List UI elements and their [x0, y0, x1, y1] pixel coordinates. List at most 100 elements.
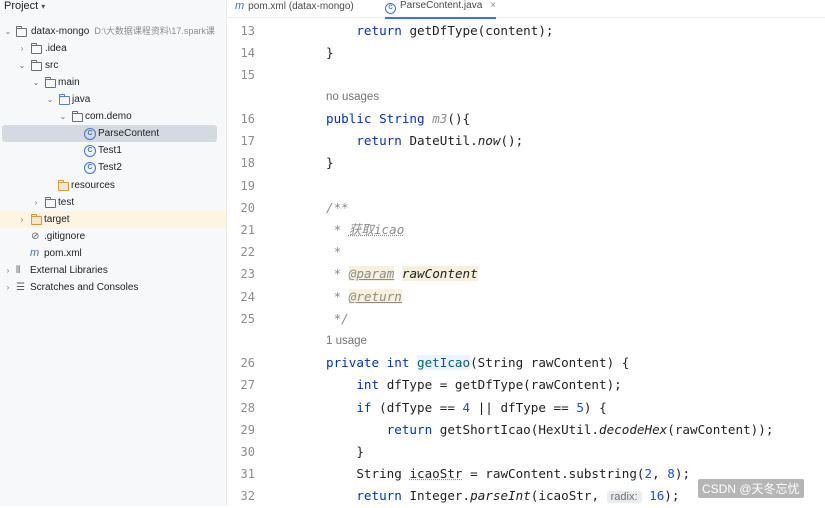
number-literal: 16: [649, 488, 665, 503]
scratches-icon: ☰: [16, 282, 25, 293]
tab-parsecontent-java[interactable]: C ParseContent.java ×: [385, 0, 497, 19]
tree-item-project-root[interactable]: ⌄ datax-mongo D:\大数据课程资料\17.spark课: [0, 23, 226, 40]
project-panel-title: Project: [4, 0, 39, 12]
number-literal: 2: [644, 466, 653, 481]
number-literal: 5: [576, 400, 584, 415]
keyword: public: [326, 111, 372, 126]
line-number: 26: [240, 356, 255, 370]
chevron-down-icon[interactable]: ⌄: [58, 108, 68, 125]
code-line: public String m3(){: [326, 108, 470, 130]
code-text: ,: [652, 466, 660, 481]
tree-item-resources[interactable]: resources: [0, 177, 226, 194]
line-number: 23: [240, 267, 255, 281]
chevron-down-icon[interactable]: ⌄: [31, 74, 41, 91]
comment-star: *: [333, 289, 342, 304]
folder-icon: [16, 26, 27, 37]
tree-item-test1[interactable]: C Test1: [0, 142, 226, 159]
tree-item-main[interactable]: ⌄ main: [0, 74, 226, 91]
code-line: return getDfType(content);: [326, 20, 553, 42]
usages-hint[interactable]: 1 usage: [326, 330, 367, 352]
code-line: return getShortIcao(HexUtil.decodeHex(ra…: [326, 419, 774, 441]
doc-comment-line: */: [326, 308, 349, 330]
tree-label: pom.xml: [44, 248, 82, 259]
chevron-down-icon[interactable]: ⌄: [17, 57, 27, 74]
tree-item-test[interactable]: › test: [0, 194, 226, 211]
code-text: (icaoStr,: [530, 488, 600, 503]
javadoc-tag: @param: [348, 266, 395, 281]
excluded-folder-icon: [31, 214, 42, 225]
line-number: 31: [240, 467, 255, 481]
code-line: return DateUtil.now();: [326, 130, 523, 152]
maven-icon: m: [235, 0, 245, 12]
chevron-down-icon[interactable]: ▾: [41, 2, 45, 11]
project-name: datax-mongo: [31, 26, 90, 37]
watermark: CSDN @天冬忘忧: [698, 479, 804, 498]
tree-label: .idea: [45, 43, 67, 54]
tree-item-java[interactable]: ⌄ java: [0, 91, 226, 108]
tab-pom-xml[interactable]: m pom.xml (datax-mongo): [235, 0, 354, 17]
tree-item-scratches[interactable]: › ☰ Scratches and Consoles: [0, 279, 226, 296]
chevron-right-icon[interactable]: ›: [3, 279, 13, 296]
usages-hint[interactable]: no usages: [326, 86, 379, 108]
chevron-right-icon[interactable]: ›: [17, 40, 27, 57]
code-line: }: [326, 45, 334, 60]
keyword: return: [386, 422, 433, 437]
method-name: m3: [432, 111, 448, 126]
tree-item-idea[interactable]: › .idea: [0, 40, 226, 57]
line-number: 28: [240, 401, 255, 415]
tree-item-src[interactable]: ⌄ src: [0, 57, 226, 74]
code-text: || dfType ==: [477, 400, 569, 415]
class-icon: C: [84, 145, 96, 157]
code-text: DateUtil.: [409, 133, 478, 148]
tree-label: resources: [71, 180, 115, 191]
code-text: (String rawContent) {: [470, 355, 630, 370]
tree-item-test2[interactable]: C Test2: [0, 159, 226, 176]
line-number: 29: [240, 423, 255, 437]
resources-folder-icon: [58, 180, 69, 191]
comment-star: *: [333, 222, 342, 237]
keyword: private: [326, 355, 380, 370]
chevron-down-icon[interactable]: ⌄: [3, 23, 13, 40]
tree-item-gitignore[interactable]: ⊘ .gitignore: [0, 228, 226, 245]
line-number: 21: [240, 223, 255, 237]
tree-label: Scratches and Consoles: [30, 282, 139, 293]
project-panel-header[interactable]: Project ▾: [4, 0, 45, 14]
javadoc-param: rawContent: [401, 266, 478, 281]
tree-label: ParseContent: [98, 128, 160, 139]
class-icon: C: [84, 162, 96, 174]
close-icon[interactable]: ×: [490, 0, 496, 11]
chevron-right-icon[interactable]: ›: [3, 262, 13, 279]
keyword: return: [356, 488, 402, 503]
tree-label: com.demo: [85, 111, 132, 122]
tree-item-package[interactable]: ⌄ com.demo: [0, 108, 226, 125]
line-number: 17: [240, 134, 255, 148]
tree-item-pom[interactable]: m pom.xml: [0, 245, 226, 262]
code-line: }: [326, 155, 334, 170]
code-text: dfType = getDfType(rawContent);: [386, 377, 622, 392]
code-line: if (dfType == 4 || dfType == 5) {: [326, 397, 606, 419]
chevron-right-icon[interactable]: ›: [17, 211, 27, 228]
source-folder-icon: [59, 94, 70, 105]
tree-item-parsecontent[interactable]: C ParseContent: [2, 125, 217, 142]
tree-item-target[interactable]: › target: [0, 211, 226, 228]
code-text: = rawContent.substring(: [470, 466, 645, 481]
code-text: (dfType ==: [379, 400, 455, 415]
tree-label: Test2: [98, 162, 122, 173]
tree-label: test: [58, 197, 75, 208]
line-number: 16: [240, 112, 255, 126]
code-line: return Integer.parseInt(icaoStr, radix: …: [326, 485, 679, 507]
doc-comment-line: * @param rawContent: [326, 263, 478, 285]
tree-item-external-libraries[interactable]: › ⫴ External Libraries: [0, 262, 226, 279]
chevron-right-icon[interactable]: ›: [31, 194, 41, 211]
ignore-file-icon: ⊘: [31, 231, 40, 242]
method-call: decodeHex: [599, 422, 668, 437]
doc-comment-line: * @return: [326, 286, 402, 308]
doc-comment-line: * 获取icao: [326, 219, 405, 241]
line-number: 18: [240, 156, 255, 170]
comment-end: */: [333, 311, 349, 326]
chevron-down-icon[interactable]: ⌄: [45, 91, 55, 108]
folder-icon: [45, 77, 56, 88]
method-call: now: [477, 133, 501, 148]
line-number: 27: [240, 378, 255, 392]
line-number: 25: [240, 312, 255, 326]
